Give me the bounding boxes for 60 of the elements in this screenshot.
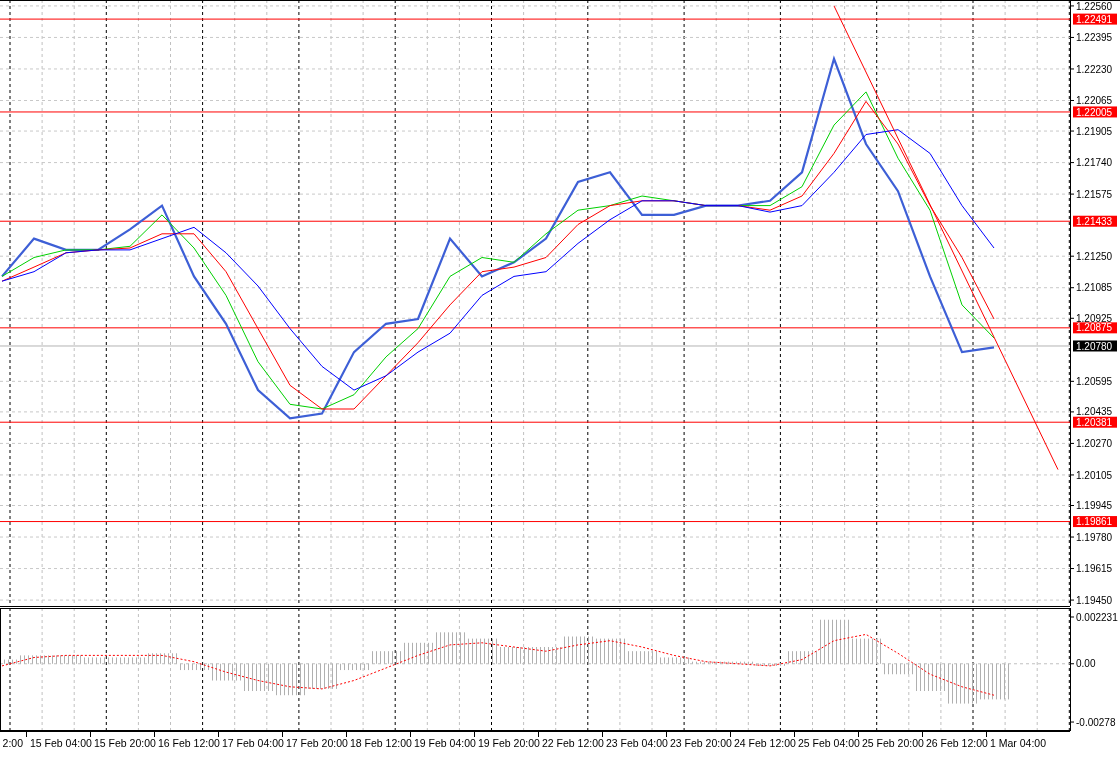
axis-label: 0.00 <box>1076 658 1096 670</box>
time-label: 25 Feb 04:00 <box>798 737 860 751</box>
axis-label: 1.20435 <box>1076 406 1113 418</box>
price-level-line[interactable] <box>0 18 1071 20</box>
axis-label: 1.21575 <box>1076 188 1113 200</box>
time-label: 17 Feb 04:00 <box>222 737 284 751</box>
time-label: 19 Feb 20:00 <box>478 737 540 751</box>
price-label: 1.20875 <box>1073 322 1117 334</box>
time-label: 22 Feb 12:00 <box>542 737 604 751</box>
time-label: 18 Feb 12:00 <box>350 737 412 751</box>
axis-label: 1.20105 <box>1076 469 1113 481</box>
axis-label: 1.20270 <box>1076 438 1113 449</box>
axis-label: 1.22560 <box>1076 0 1113 12</box>
ref-line-label: 1.20780 <box>1076 340 1113 352</box>
ref-line-label: 1.21433 <box>1076 215 1113 227</box>
axis-label: -0.00278 <box>1076 716 1116 728</box>
price-label: 1.22491 <box>1073 13 1117 25</box>
axis-label: 1.20595 <box>1076 375 1113 387</box>
time-label: 16 Feb 12:00 <box>158 737 220 751</box>
axis-label: 1.19615 <box>1076 563 1113 575</box>
time-label: 23 Feb 20:00 <box>670 737 732 751</box>
axis-label: 1.22395 <box>1076 32 1113 44</box>
axis-label: 1.22065 <box>1076 95 1113 107</box>
ref-line-label: 1.20875 <box>1076 322 1113 334</box>
time-label: 19 Feb 04:00 <box>414 737 476 751</box>
time-label: 25 Feb 20:00 <box>862 737 924 751</box>
time-label: 26 Feb 12:00 <box>926 737 988 751</box>
ref-line-label: 1.22491 <box>1076 13 1113 25</box>
time-label: 24 Feb 12:00 <box>734 737 796 751</box>
time-label: 15 Feb 20:00 <box>94 737 156 751</box>
axis-label: 1.19450 <box>1076 594 1113 606</box>
price-label: 1.20381 <box>1073 416 1117 428</box>
time-label: 1 Mar 04:00 <box>990 737 1047 751</box>
axis-label: 1.19945 <box>1076 500 1113 512</box>
ref-line-label: 1.22005 <box>1076 106 1113 118</box>
time-label: 17 Feb 20:00 <box>286 737 348 751</box>
axis-label: 1.21740 <box>1076 157 1113 169</box>
ref-line-label: 1.20381 <box>1076 416 1113 428</box>
price-level-line[interactable] <box>0 421 1071 423</box>
price-level-line[interactable] <box>0 327 1071 329</box>
price-label: 1.19861 <box>1073 516 1117 528</box>
ref-line-label: 1.19861 <box>1076 516 1113 528</box>
axis-label: 1.20925 <box>1076 312 1113 324</box>
axis-label: 1.22230 <box>1076 63 1113 75</box>
time-label: 23 Feb 04:00 <box>606 737 668 751</box>
price-level-line[interactable] <box>0 521 1071 523</box>
histogram-bar <box>978 663 1010 700</box>
axis-label: 1.21250 <box>1076 250 1113 262</box>
histogram-bar <box>50 655 82 664</box>
time-label: 2:00 <box>2 737 23 751</box>
price-label: 1.21433 <box>1073 215 1117 227</box>
axis-label: 1.21905 <box>1076 125 1113 137</box>
axis-label: 1.19780 <box>1076 531 1113 543</box>
time-label: 15 Feb 04:00 <box>30 737 92 751</box>
price-label: 1.20780 <box>1073 340 1117 352</box>
axis-label: 1.21085 <box>1076 282 1113 294</box>
price-label: 1.22005 <box>1073 106 1117 118</box>
price-level-line[interactable] <box>0 220 1071 222</box>
axis-label: 0.002231 <box>1076 611 1118 623</box>
histogram-bar <box>274 663 306 696</box>
